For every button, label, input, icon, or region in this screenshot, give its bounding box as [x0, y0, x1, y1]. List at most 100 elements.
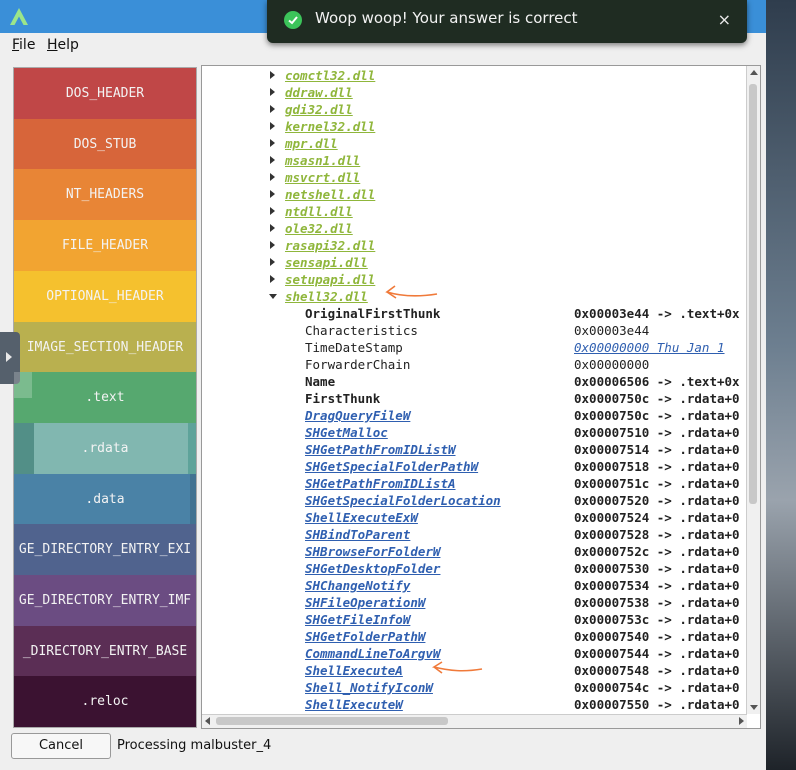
- section-label: FILE_HEADER: [61, 238, 149, 254]
- section-block[interactable]: .text: [14, 372, 196, 424]
- chevron-right-icon[interactable]: [270, 139, 275, 147]
- section-block[interactable]: FILE_HEADER: [14, 220, 196, 272]
- dll-item[interactable]: setupapi.dll: [285, 271, 375, 288]
- section-map: DOS_HEADER DOS_STUB NT_HEADERS FILE_HEADER O…: [13, 67, 197, 728]
- dll-item[interactable]: kernel32.dll: [285, 118, 375, 135]
- dll-item[interactable]: rasapi32.dll: [285, 237, 375, 254]
- scroll-down-icon[interactable]: [750, 705, 758, 710]
- function-value: 0x00007548 -> .rdata+0: [574, 663, 740, 678]
- section-block[interactable]: GE_DIRECTORY_ENTRY_EXI: [14, 524, 196, 576]
- success-toast: Woop woop! Your answer is correct ×: [267, 0, 747, 43]
- chevron-down-icon[interactable]: [269, 294, 277, 299]
- function-value: 0x00007534 -> .rdata+0: [574, 578, 740, 593]
- section-block[interactable]: GE_DIRECTORY_ENTRY_IMF: [14, 575, 196, 626]
- import-tree-view[interactable]: comctl32.dll ddraw.dll gdi32.dll kernel32.d…: [201, 65, 761, 729]
- import-function[interactable]: SHGetFolderPathW: [305, 628, 425, 645]
- vertical-scrollbar[interactable]: [746, 66, 760, 714]
- function-value: 0x00007518 -> .rdata+0: [574, 459, 740, 474]
- annotation-arrow-shell32: [385, 285, 438, 299]
- import-function[interactable]: ShellExecuteA: [305, 662, 403, 679]
- chevron-right-icon[interactable]: [270, 241, 275, 249]
- dll-item[interactable]: msvcrt.dll: [285, 169, 360, 186]
- import-function[interactable]: ShellExecuteExW: [305, 509, 418, 526]
- chevron-right-icon: [6, 352, 12, 362]
- chevron-right-icon[interactable]: [270, 122, 275, 130]
- desktop-edge: [766, 0, 796, 770]
- import-function[interactable]: SHGetPathFromIDListA: [305, 475, 456, 492]
- scroll-left-icon[interactable]: [205, 717, 210, 725]
- horizontal-scrollbar[interactable]: [202, 714, 747, 728]
- function-value: 0x0000752c -> .rdata+0: [574, 544, 740, 559]
- import-function[interactable]: SHGetSpecialFolderPathW: [305, 458, 478, 475]
- section-block[interactable]: NT_HEADERS: [14, 169, 196, 221]
- cancel-button[interactable]: Cancel: [11, 733, 111, 759]
- import-function[interactable]: SHBrowseForFolderW: [305, 543, 440, 560]
- chevron-right-icon[interactable]: [270, 190, 275, 198]
- horizontal-scroll-thumb[interactable]: [216, 717, 448, 725]
- field-name: OriginalFirstThunk: [305, 306, 441, 321]
- import-function[interactable]: ShellExecuteW: [305, 696, 403, 713]
- field-value: 0x00006506 -> .text+0x: [574, 374, 740, 389]
- section-label: IMAGE_SECTION_HEADER: [26, 339, 184, 355]
- check-circle-icon: [284, 11, 302, 29]
- import-function[interactable]: SHGetSpecialFolderLocation: [305, 492, 501, 509]
- chevron-right-icon[interactable]: [270, 173, 275, 181]
- field-value[interactable]: 0x00000000 Thu Jan 1: [574, 339, 725, 356]
- scroll-right-icon[interactable]: [739, 717, 744, 725]
- scroll-up-icon[interactable]: [750, 70, 758, 75]
- section-label: .reloc: [81, 694, 129, 710]
- chevron-right-icon[interactable]: [270, 258, 275, 266]
- import-function[interactable]: CommandLineToArgvW: [305, 645, 440, 662]
- section-block[interactable]: _DIRECTORY_ENTRY_BASE: [14, 625, 196, 677]
- import-function[interactable]: SHGetPathFromIDListW: [305, 441, 456, 458]
- field-name: TimeDateStamp: [305, 340, 403, 355]
- section-block[interactable]: OPTIONAL_HEADER: [14, 270, 196, 322]
- section-block[interactable]: DOS_STUB: [14, 118, 196, 170]
- chevron-right-icon[interactable]: [270, 275, 275, 283]
- section-shade: [14, 422, 34, 474]
- field-value: 0x00003e44: [574, 323, 650, 338]
- app-window: File Help DOS_HEADER DOS_STUB NT_HEADERS FI…: [0, 0, 766, 770]
- function-value: 0x00007544 -> .rdata+0: [574, 646, 740, 661]
- section-block[interactable]: IMAGE_SECTION_HEADER: [14, 321, 196, 373]
- import-function[interactable]: Shell_NotifyIconW: [305, 679, 433, 696]
- section-label: DOS_HEADER: [65, 86, 145, 101]
- chevron-right-icon[interactable]: [270, 105, 275, 113]
- section-block[interactable]: .data: [14, 473, 196, 525]
- function-value: 0x0000753c -> .rdata+0: [574, 612, 740, 627]
- chevron-right-icon[interactable]: [270, 88, 275, 96]
- chevron-right-icon[interactable]: [270, 71, 275, 79]
- field-value: 0x0000750c -> .rdata+0: [574, 391, 740, 406]
- import-function[interactable]: SHChangeNotify: [305, 577, 410, 594]
- dll-item[interactable]: mpr.dll: [285, 135, 338, 152]
- dll-item[interactable]: msasn1.dll: [285, 152, 360, 169]
- dll-item[interactable]: comctl32.dll: [285, 67, 375, 84]
- import-function[interactable]: SHFileOperationW: [305, 594, 425, 611]
- import-function[interactable]: SHBindToParent: [305, 526, 410, 543]
- dll-item[interactable]: ddraw.dll: [285, 84, 353, 101]
- menu-help[interactable]: Help: [47, 37, 79, 53]
- import-function[interactable]: SHGetDesktopFolder: [305, 560, 440, 577]
- dll-item-expanded[interactable]: shell32.dll: [285, 288, 368, 305]
- import-function[interactable]: SHGetFileInfoW: [305, 611, 410, 628]
- dll-item[interactable]: sensapi.dll: [285, 254, 368, 271]
- dll-item[interactable]: gdi32.dll: [285, 101, 353, 118]
- menu-file[interactable]: File: [12, 37, 35, 53]
- section-block[interactable]: DOS_HEADER: [14, 68, 196, 119]
- dll-item[interactable]: ntdll.dll: [285, 203, 353, 220]
- chevron-right-icon[interactable]: [270, 156, 275, 164]
- import-function[interactable]: DragQueryFileW: [305, 407, 410, 424]
- dll-item[interactable]: ole32.dll: [285, 220, 353, 237]
- field-value: 0x00000000: [574, 357, 650, 372]
- close-icon[interactable]: ×: [718, 10, 731, 29]
- chevron-right-icon[interactable]: [270, 207, 275, 215]
- vertical-scroll-thumb[interactable]: [749, 84, 757, 504]
- dll-item[interactable]: netshell.dll: [285, 186, 375, 203]
- section-label: DOS_STUB: [73, 136, 137, 152]
- app-logo-icon: [10, 8, 28, 25]
- function-value: 0x00007538 -> .rdata+0: [574, 595, 740, 610]
- import-function[interactable]: SHGetMalloc: [305, 424, 388, 441]
- function-value: 0x00007520 -> .rdata+0: [574, 493, 740, 508]
- section-block[interactable]: .reloc: [14, 676, 196, 727]
- chevron-right-icon[interactable]: [270, 224, 275, 232]
